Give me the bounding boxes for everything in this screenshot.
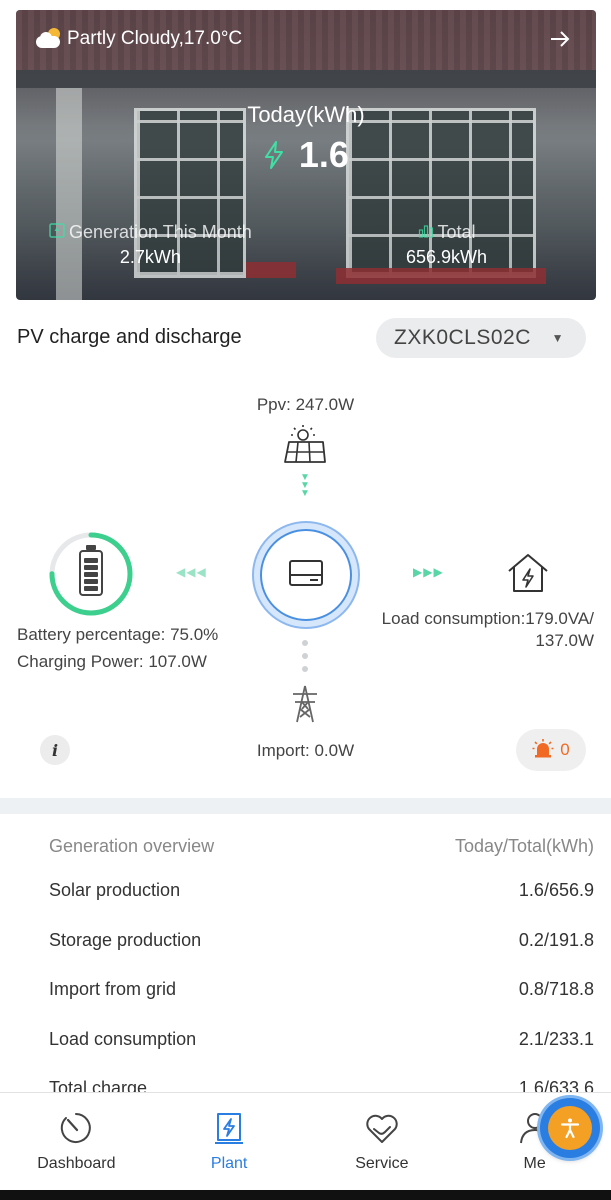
pv-section-title: PV charge and discharge [17, 326, 242, 348]
overview-row-value: 1.6/656.9 [518, 880, 594, 901]
nav-service[interactable]: Service [306, 1093, 459, 1190]
load-consumption-line1: Load consumption:179.0VA/ [381, 609, 594, 628]
load-consumption-line2: 137.0W [535, 631, 594, 650]
partly-cloudy-icon [34, 28, 64, 50]
overview-row-value: 2.1/233.1 [518, 1028, 594, 1049]
bar-chart-icon [418, 222, 434, 243]
pv-power-label: Ppv: 247.0W [256, 395, 355, 414]
generation-overview-table: Generation overview Today/Total(kWh) Sol… [0, 830, 611, 1092]
nav-label: Plant [210, 1155, 248, 1172]
weather-info: Partly Cloudy,17.0°C [34, 28, 242, 50]
dashboard-icon [61, 1113, 92, 1143]
battery-calendar-icon [49, 222, 65, 243]
overview-row-label: Total charge [49, 1078, 148, 1092]
overview-row-label: Import from grid [49, 979, 177, 1000]
nav-plant[interactable]: Plant [153, 1093, 306, 1190]
overview-header-unit: Today/Total(kWh) [454, 836, 594, 856]
hero-background-sill [246, 262, 296, 278]
month-value: 2.7kWh [119, 247, 181, 267]
accessibility-icon [548, 1106, 592, 1150]
solar-panel-icon [283, 424, 327, 466]
overview-row-label: Storage production [49, 929, 202, 950]
alarm-button[interactable]: 0 [516, 729, 586, 771]
caret-down-icon: ▼ [551, 331, 564, 345]
overview-row: Load consumption 2.1/233.1 [0, 1015, 611, 1065]
overview-row: Solar production 1.6/656.9 [0, 866, 611, 916]
charging-power: Charging Power: 107.0W [17, 652, 207, 671]
info-button[interactable]: i [40, 735, 70, 765]
month-generation-stat: Generation This Month 2.7kWh [49, 222, 252, 268]
hero-background-beam [16, 70, 596, 88]
battery-info: Battery percentage: 75.0% Charging Power… [17, 621, 218, 675]
total-label: Total [437, 222, 476, 242]
battery-percentage: Battery percentage: 75.0% [17, 625, 219, 644]
accessibility-button[interactable] [540, 1098, 600, 1158]
overview-row: Total charge 1.6/633.6 [0, 1064, 611, 1092]
nav-label: Dashboard [37, 1155, 116, 1172]
nav-dashboard[interactable]: Dashboard [0, 1093, 153, 1190]
flow-left-arrows: ◀◀◀ [176, 565, 207, 579]
arrow-right-icon[interactable] [550, 28, 570, 54]
nav-label: Me [523, 1155, 546, 1172]
overview-row: Storage production 0.2/191.8 [0, 916, 611, 966]
battery-icon [79, 550, 103, 596]
inverter-button[interactable] [260, 529, 352, 621]
overview-row: Import from grid 0.8/718.8 [0, 965, 611, 1015]
grid-flow-dots [301, 640, 309, 679]
bottom-navigation: Dashboard Plant Service Me [0, 1092, 611, 1190]
flow-down-arrows: ▼ ▼ ▼ [300, 472, 310, 499]
overview-header: Generation overview Today/Total(kWh) [0, 830, 611, 866]
overview-row-value: 1.6/633.6 [518, 1078, 594, 1092]
device-selector-value: ZXK0CLS02C [394, 326, 531, 349]
month-label: Generation This Month [69, 222, 252, 242]
overview-row-label: Solar production [49, 880, 181, 901]
plant-icon [215, 1113, 244, 1144]
flow-right-arrows: ▶▶▶ [413, 565, 444, 579]
house-load-icon [506, 552, 550, 594]
overview-row-label: Load consumption [49, 1028, 197, 1049]
service-icon [366, 1114, 398, 1143]
today-value: 1.6 [298, 134, 349, 175]
alarm-icon [532, 738, 554, 763]
weather-text: Partly Cloudy,17.0°C [67, 28, 243, 49]
overview-row-value: 0.8/718.8 [518, 979, 594, 1000]
hero-background-sill [336, 268, 546, 284]
alarm-count: 0 [560, 740, 570, 759]
section-divider [0, 798, 611, 814]
today-value-row: 1.6 [16, 134, 596, 176]
info-icon: i [51, 740, 59, 760]
overview-row-value: 0.2/191.8 [518, 929, 594, 950]
today-label: Today(kWh) [247, 102, 365, 127]
device-selector[interactable]: ZXK0CLS02C ▼ [376, 318, 586, 358]
nav-label: Service [355, 1155, 409, 1172]
inverter-icon [288, 558, 324, 593]
total-generation-stat: Total 656.9kWh [406, 222, 487, 268]
grid-tower-icon [289, 684, 321, 724]
total-value: 656.9kWh [406, 247, 488, 267]
load-info: Load consumption:179.0VA/ 137.0W [382, 608, 594, 652]
overview-header-label: Generation overview [49, 836, 215, 856]
lightning-icon [263, 141, 293, 173]
system-bottom-bar [0, 1190, 611, 1200]
plant-hero-card[interactable]: Partly Cloudy,17.0°C Today(kWh) 1.6 Gene… [16, 10, 596, 300]
